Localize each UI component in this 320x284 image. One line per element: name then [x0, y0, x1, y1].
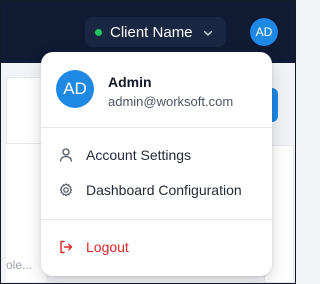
menu-avatar: AD — [56, 70, 94, 108]
menu-item-dashboard-configuration[interactable]: Dashboard Configuration — [41, 175, 272, 205]
user-icon — [58, 147, 74, 163]
menu-user-email: admin@worksoft.com — [108, 94, 234, 109]
menu-item-logout[interactable]: Logout — [41, 232, 272, 262]
menu-divider — [41, 219, 272, 220]
menu-user-name: Admin — [108, 74, 152, 90]
client-status-dot — [95, 28, 102, 36]
menu-item-label: Logout — [86, 239, 129, 255]
chevron-down-icon — [202, 26, 214, 44]
client-name-label: Client Name — [110, 23, 193, 41]
background-input-placeholder: ole... — [6, 258, 33, 272]
client-selector[interactable]: Client Name — [85, 17, 226, 47]
logout-icon — [58, 239, 74, 255]
menu-item-label: Dashboard Configuration — [86, 182, 242, 198]
menu-item-account-settings[interactable]: Account Settings — [41, 140, 272, 170]
user-dropdown-menu: AD Admin admin@worksoft.com Account Sett… — [41, 52, 272, 276]
menu-item-label: Account Settings — [86, 147, 192, 163]
gear-icon — [58, 182, 74, 198]
user-avatar-button[interactable]: AD — [250, 18, 278, 46]
menu-divider — [41, 127, 272, 128]
